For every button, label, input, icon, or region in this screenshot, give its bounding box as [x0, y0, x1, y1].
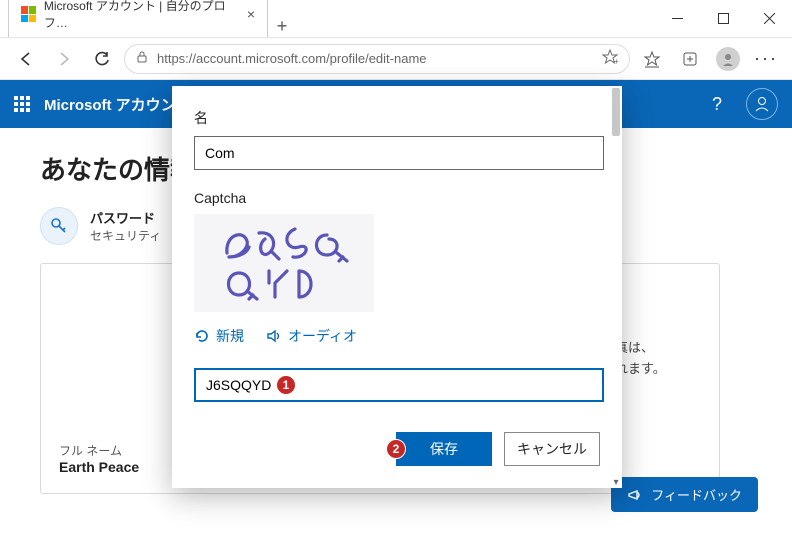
cancel-button-label: キャンセル: [517, 439, 587, 459]
captcha-refresh-label: 新規: [216, 326, 244, 346]
dialog-scrollbar[interactable]: ▴ ▾: [610, 86, 622, 488]
annotation-1: 1: [276, 375, 296, 395]
firstname-label: 名: [194, 108, 600, 128]
firstname-input[interactable]: [194, 136, 604, 170]
cancel-button[interactable]: キャンセル: [504, 432, 600, 466]
captcha-input[interactable]: [194, 368, 604, 402]
scroll-down-icon[interactable]: ▾: [610, 477, 622, 488]
audio-icon: [266, 328, 282, 344]
edit-name-dialog: 名 Captcha 新規 オーディオ 1: [172, 86, 622, 488]
refresh-icon: [194, 328, 210, 344]
save-button-label: 保存: [430, 439, 458, 459]
scroll-thumb[interactable]: [612, 88, 620, 136]
annotation-2: 2: [386, 439, 406, 459]
save-button[interactable]: 保存: [396, 432, 492, 466]
captcha-refresh-link[interactable]: 新規: [194, 326, 244, 346]
captcha-image: [194, 214, 374, 312]
captcha-audio-link[interactable]: オーディオ: [266, 326, 357, 346]
captcha-label: Captcha: [194, 190, 600, 206]
captcha-audio-label: オーディオ: [288, 326, 357, 346]
